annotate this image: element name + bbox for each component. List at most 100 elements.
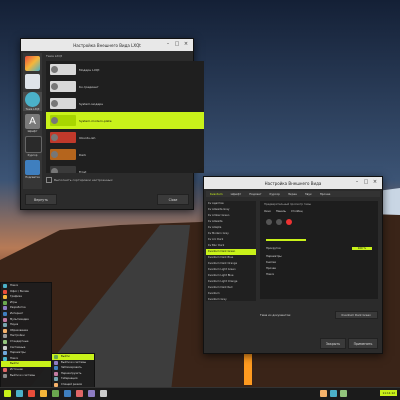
font-icon: A xyxy=(25,114,40,129)
tab-4[interactable]: Экран xyxy=(288,192,297,196)
tab-6[interactable]: Прочее xyxy=(320,192,331,196)
reset-button[interactable]: Вернуть xyxy=(25,194,57,205)
network-icon[interactable] xyxy=(330,390,337,397)
kvantum-theme-list[interactable]: Kv Адаптив Kv Adwaita Grey Kv Amber Green K… xyxy=(206,201,256,301)
menu-item-label: Наука xyxy=(10,323,19,327)
tab-3[interactable]: Курсор xyxy=(269,192,279,196)
sidebar-item-palette[interactable] xyxy=(23,56,42,71)
mail-icon[interactable] xyxy=(64,390,71,397)
theme-list[interactable]: Модерн LXQt Kv-градиент System-модерн Syste… xyxy=(46,61,204,173)
menu-item[interactable]: Выйти из системы xyxy=(1,373,51,379)
menu-item-label: Источник xyxy=(10,367,23,371)
theme-preview: Предварительный просмотр темы Окно Панел… xyxy=(260,201,378,299)
value-label: Прокрутка xyxy=(266,247,281,250)
tab-0[interactable]: Kvantum xyxy=(210,192,223,196)
terminal-icon[interactable] xyxy=(40,390,47,397)
tab-1[interactable]: Шрифт xyxy=(231,192,242,196)
menu-item-icon xyxy=(3,373,7,378)
theme-thumbnail xyxy=(50,81,76,92)
submenu-item-label: Выйти из системы xyxy=(61,360,87,364)
submenu-item-icon xyxy=(54,377,58,382)
theme-thumbnail xyxy=(50,149,76,160)
theme-icon xyxy=(51,117,58,124)
palette-icon xyxy=(25,56,40,71)
sidebar-item-monitor[interactable] xyxy=(23,74,42,89)
menu-item-label: Интернет xyxy=(10,311,24,315)
cancel-button[interactable]: Закрыть xyxy=(320,338,346,349)
image-icon[interactable] xyxy=(320,390,327,397)
menu-item-icon xyxy=(3,334,7,339)
sidebar-item-theme[interactable]: Тема LXQt xyxy=(23,92,42,111)
preview-subtab[interactable]: Панель xyxy=(276,210,286,213)
theme-label: Kv-градиент xyxy=(79,84,99,89)
maximize-icon[interactable]: □ xyxy=(174,41,180,47)
menu-item-icon xyxy=(3,323,7,328)
close-icon[interactable]: × xyxy=(183,41,189,47)
sort-checkbox[interactable] xyxy=(46,177,52,183)
apply-button[interactable]: Применить xyxy=(348,338,378,349)
theme-thumbnail xyxy=(50,64,76,75)
window-titlebar[interactable]: Настройка Внешнего Вида LXQt – □ × xyxy=(21,39,193,51)
menu-item-icon xyxy=(3,300,7,305)
theme-icon xyxy=(25,92,40,107)
close-icon[interactable]: × xyxy=(372,179,378,185)
theme-list-item[interactable]: Модерн LXQt xyxy=(46,61,204,78)
theme-select[interactable]: Kvantum Dark Green xyxy=(334,311,378,319)
theme-list-item[interactable]: Ubuntu-ish xyxy=(46,129,204,146)
checkbox-label: Выполнить сортировки настроенных xyxy=(54,178,113,182)
editor-icon[interactable] xyxy=(100,390,107,397)
media-icon[interactable] xyxy=(276,219,282,225)
menu-item-label: Выйти из системы xyxy=(10,373,36,377)
media-icon[interactable] xyxy=(266,219,272,225)
preview-item[interactable]: Поиск xyxy=(266,272,372,278)
preview-header: Предварительный просмотр темы xyxy=(264,203,311,206)
browser-icon[interactable] xyxy=(28,390,35,397)
record-icon[interactable] xyxy=(286,219,292,225)
preview-subtab[interactable]: Окно xyxy=(264,210,271,213)
theme-label: Frost xyxy=(79,169,87,174)
submenu-item-label: Спящий режим xyxy=(61,382,82,386)
theme-label: Dark xyxy=(79,152,87,157)
close-button[interactable]: Close xyxy=(157,194,189,205)
start-menu-icon[interactable] xyxy=(4,390,11,397)
sidebar-item-font[interactable]: A Шрифт xyxy=(23,114,42,133)
settings-icon[interactable] xyxy=(52,390,59,397)
tab-2[interactable]: Подсвет xyxy=(249,192,261,196)
sidebar-item-cursor[interactable]: Курсор xyxy=(23,136,42,157)
kvantum-theme-item[interactable]: Kvantum Grey xyxy=(206,297,256,301)
menu-item-label: Настройки xyxy=(10,334,25,338)
menu-item-icon xyxy=(3,306,7,311)
maximize-icon[interactable]: □ xyxy=(363,179,369,185)
office-icon[interactable] xyxy=(88,390,95,397)
volume-icon[interactable] xyxy=(340,390,347,397)
preview-subtab[interactable]: Столбец xyxy=(291,210,303,213)
theme-list-item[interactable]: System-modern-plate xyxy=(46,112,204,129)
sidebar-item-label: Подсветка xyxy=(25,176,40,179)
preview-items: Параметры Кнопки Прочее Поиск xyxy=(260,252,378,280)
theme-list-item[interactable]: System-модерн xyxy=(46,95,204,112)
sort-checkbox-row[interactable]: Выполнить сортировки настроенных xyxy=(46,177,113,183)
sidebar-item-highlight[interactable]: Подсветка xyxy=(23,160,42,179)
menu-item-icon xyxy=(3,362,7,367)
minimize-icon[interactable]: – xyxy=(354,179,360,185)
media-icon[interactable] xyxy=(76,390,83,397)
file-manager-icon[interactable] xyxy=(16,390,23,397)
theme-list-item[interactable]: Dark xyxy=(46,146,204,163)
clock[interactable]: 11:11:12 xyxy=(380,390,397,396)
minimize-icon[interactable]: – xyxy=(165,41,171,47)
theme-icon xyxy=(51,151,58,158)
theme-list-item[interactable]: Frost xyxy=(46,163,204,173)
theme-list-item[interactable]: Kv-градиент xyxy=(46,78,204,95)
window-titlebar[interactable]: Настройка Внешнего Вида – □ × xyxy=(204,177,382,189)
menu-item-label: Параметры xyxy=(10,351,26,355)
tab-5[interactable]: Звук xyxy=(305,192,312,196)
theme-label: Модерн LXQt xyxy=(79,67,100,72)
list-header: Тема LXQt xyxy=(46,54,62,58)
menu-item-label: Мультимедиа xyxy=(10,317,29,321)
value-field[interactable]: 100 % xyxy=(351,247,372,250)
menu-item-icon xyxy=(3,284,7,288)
category-sidebar: Тема LXQt A Шрифт Курсор Подсветка xyxy=(23,53,42,189)
window-title: Настройка Внешнего Вида LXQt xyxy=(73,42,141,48)
menu-item-icon xyxy=(3,328,7,333)
menu-item-label: Образование xyxy=(10,328,28,332)
